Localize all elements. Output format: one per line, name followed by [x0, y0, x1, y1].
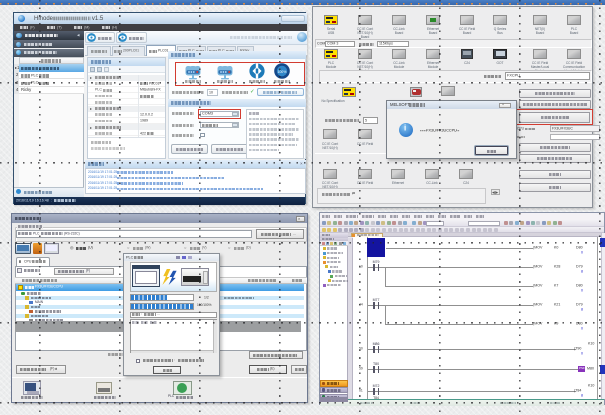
svg-text:100%: 100%	[278, 70, 287, 74]
